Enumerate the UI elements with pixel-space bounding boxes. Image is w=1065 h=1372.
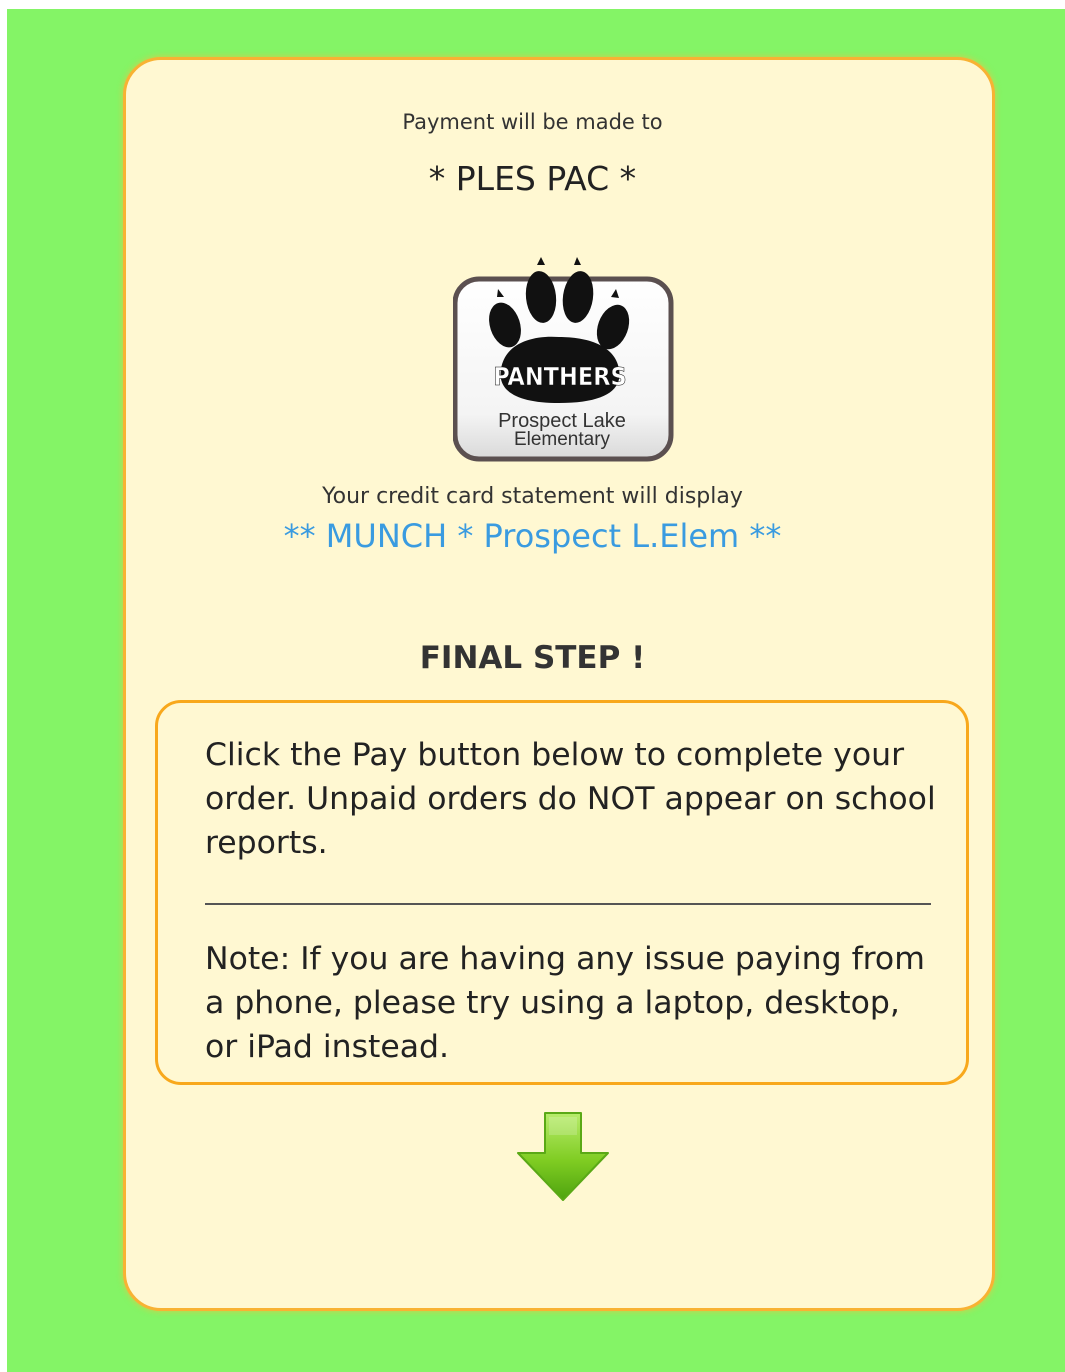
logo-school-line2: Elementary — [514, 429, 611, 450]
statement-descriptor: ** MUNCH * Prospect L.Elem ** — [283, 517, 782, 555]
pay-instructions: Click the Pay button below to complete y… — [205, 737, 936, 861]
divider — [205, 903, 931, 905]
logo-top-text: PANTHERS — [493, 362, 626, 391]
school-logo: PANTHERS Prospect Lake Elementary — [452, 257, 675, 463]
panthers-paw-logo-icon: PANTHERS Prospect Lake Elementary — [452, 257, 674, 462]
payment-label: Payment will be made to — [402, 110, 663, 134]
final-step-notice: Click the Pay button below to complete y… — [155, 700, 969, 1085]
statement-label: Your credit card statement will display — [322, 484, 743, 509]
final-step-heading: FINAL STEP ! — [419, 640, 646, 676]
down-arrow-icon — [515, 1111, 611, 1203]
phone-note: Note: If you are having any issue paying… — [205, 941, 925, 1065]
payee-name: * PLES PAC * — [428, 159, 637, 198]
